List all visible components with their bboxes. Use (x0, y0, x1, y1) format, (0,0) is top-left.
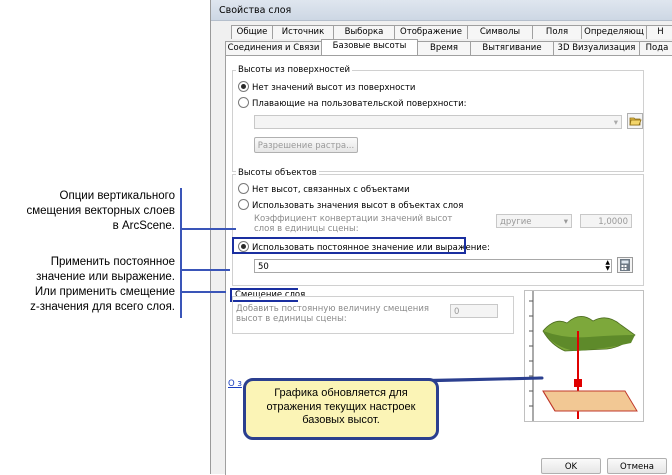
dialog-title: Свойства слоя (219, 5, 292, 16)
cancel-button[interactable]: Отмена (607, 458, 667, 474)
tab-general[interactable]: Общие (231, 25, 273, 39)
callout-line: Графика обновляется для (274, 387, 408, 399)
radio-icon (238, 183, 249, 194)
annotation-line: значение или выражение. (36, 271, 175, 283)
feature-heights-legend: Высоты объектов (236, 168, 319, 178)
tab-selection[interactable]: Выборка (333, 25, 395, 39)
tab-symbology[interactable]: Символы (467, 25, 533, 39)
preview-graphic (529, 291, 638, 421)
tab-joins-relates[interactable]: Соединения и Связи (225, 41, 322, 55)
ok-button[interactable]: OK (541, 458, 601, 474)
units-select[interactable]: другие ▾ (496, 214, 572, 228)
layer-offset-label: Добавить постоянную величину смещения вы… (236, 304, 429, 324)
tab-definition-query[interactable]: Определяющ (581, 25, 647, 39)
surface-select[interactable]: ▾ (254, 115, 622, 129)
tab-extrusion[interactable]: Вытягивание (470, 41, 554, 55)
radio-icon (238, 199, 249, 210)
radio-floating-surface-label: Плавающие на пользовательской поверхност… (252, 99, 467, 109)
preview-callout: Графика обновляется для отражения текущи… (243, 378, 439, 440)
open-folder-icon[interactable] (627, 113, 643, 129)
spinner-icon: ▲ ▼ (605, 259, 610, 272)
raster-resolution-button[interactable]: Разрешение растра... (254, 137, 358, 153)
layer-offset-value: 0 (454, 307, 460, 317)
highlight-constant-value (232, 237, 466, 254)
chevron-down-icon: ▾ (563, 217, 568, 227)
calculator-icon[interactable] (617, 257, 633, 273)
annotation-constant-value: Применить постоянное значение или выраже… (0, 255, 175, 315)
callout-line: отражения текущих настроек (266, 400, 416, 413)
conversion-factor-input[interactable]: 1,0000 (580, 214, 632, 228)
conversion-factor-value: 1,0000 (598, 217, 628, 227)
annotation-line: Опции вертикального (59, 190, 175, 202)
callout-line: базовых высот. (302, 414, 380, 426)
radio-no-surface-label: Нет значений высот из поверхности (252, 83, 416, 93)
constant-expression-value: 50 (258, 262, 269, 272)
chevron-down-icon: ▾ (613, 118, 618, 128)
annotation-line: z-значения для всего слоя. (30, 301, 175, 313)
tab-fields[interactable]: Поля (532, 25, 582, 39)
tab-display[interactable]: Отображение (394, 25, 468, 39)
tab-labels[interactable]: Пода (639, 41, 672, 55)
radio-use-feature-heights[interactable]: Использовать значения высот в объектах с… (238, 199, 463, 211)
about-link[interactable]: О з (228, 379, 242, 389)
tab-base-heights[interactable]: Базовые высоты (321, 39, 418, 55)
tab-source[interactable]: Источник (272, 25, 334, 39)
conversion-factor-label: Коэффициент конвертации значений высот с… (254, 214, 453, 234)
surface-heights-legend: Высоты из поверхностей (236, 65, 353, 75)
radio-no-feature-heights-label: Нет высот, связанных с объектами (252, 185, 410, 195)
tab-time[interactable]: Время (417, 41, 471, 55)
tab-more[interactable]: Н (646, 25, 672, 39)
radio-floating-surface[interactable]: Плавающие на пользовательской поверхност… (238, 97, 467, 109)
radio-selected-icon (238, 81, 249, 92)
tab-3d-rendering[interactable]: 3D Визуализация (553, 41, 640, 55)
radio-no-feature-heights[interactable]: Нет высот, связанных с объектами (238, 183, 410, 195)
radio-icon (238, 97, 249, 108)
layer-offset-input[interactable]: 0 (450, 304, 498, 318)
base-heights-preview (524, 290, 644, 422)
annotation-line: в ArcScene. (112, 220, 175, 232)
annotation-line: смещения векторных слоев (26, 205, 176, 217)
annotation-line: Применить постоянное (50, 256, 175, 268)
annotation-vertical-offset: Опции вертикального смещения векторных с… (0, 189, 176, 234)
radio-no-surface[interactable]: Нет значений высот из поверхности (238, 81, 415, 93)
radio-use-feature-heights-label: Использовать значения высот в объектах с… (252, 201, 464, 211)
constant-expression-input[interactable]: 50 ▲ ▼ (254, 259, 612, 273)
title-bar: Свойства слоя (211, 0, 672, 21)
units-select-value: другие (500, 217, 532, 227)
annotation-line: Или применить смещение (34, 286, 175, 298)
